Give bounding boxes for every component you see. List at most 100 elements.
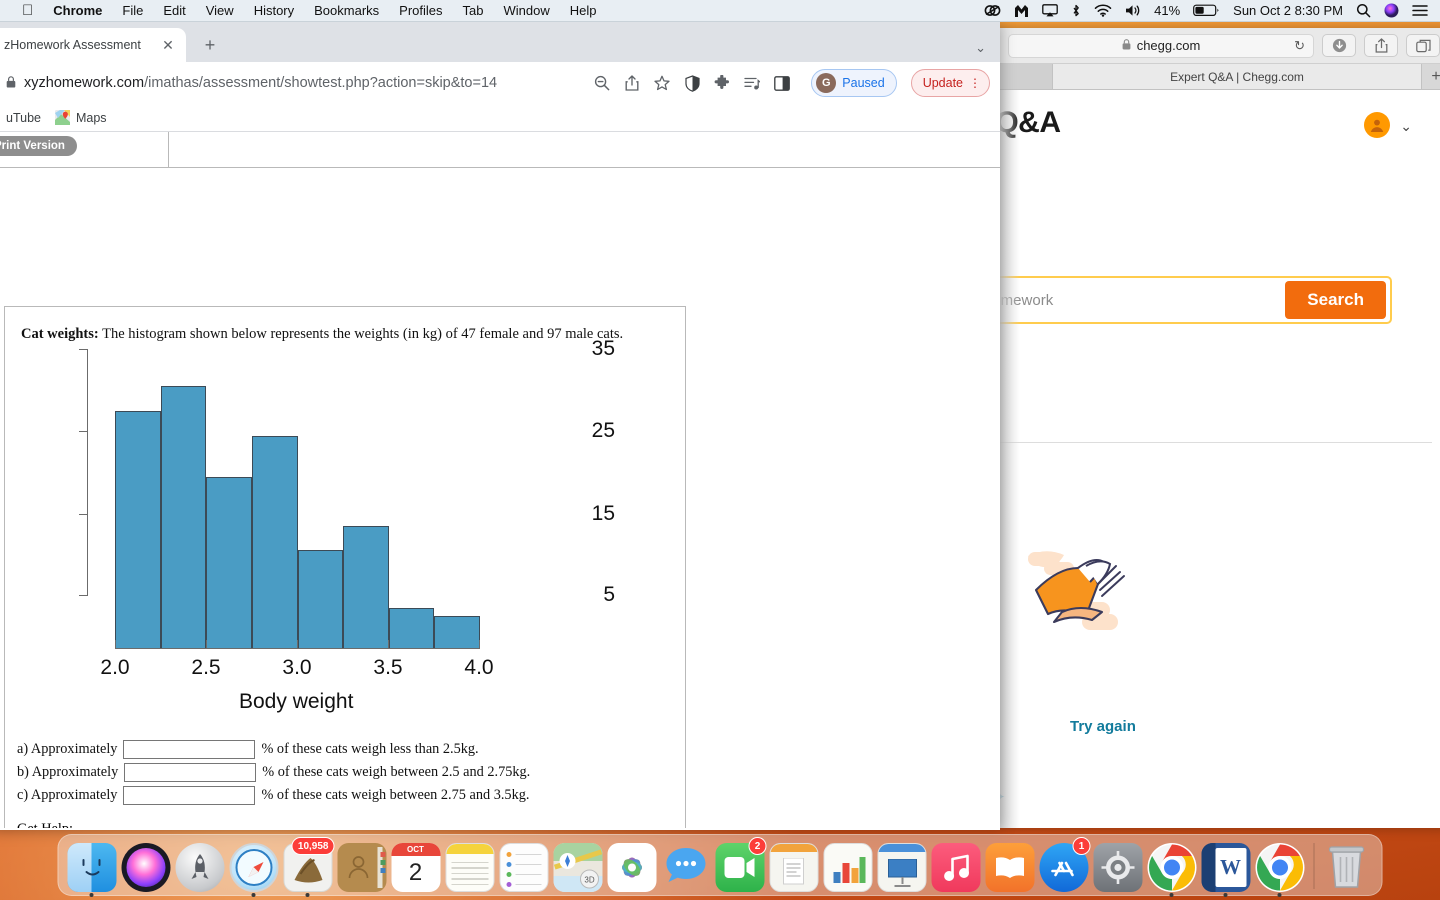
wifi-icon[interactable] — [1094, 4, 1112, 17]
search-button[interactable]: Search — [1285, 281, 1386, 319]
menu-item-file[interactable]: File — [112, 0, 153, 22]
bookmark-star-icon[interactable] — [647, 68, 677, 98]
menu-clock[interactable]: Sun Oct 2 8:30 PM — [1233, 3, 1343, 18]
menu-item-history[interactable]: History — [244, 0, 304, 22]
malwarebytes-icon[interactable] — [1014, 4, 1029, 18]
print-version-button[interactable]: Print Version — [0, 136, 77, 156]
notification-badge: 1 — [1072, 837, 1091, 855]
dock-item-launchpad[interactable] — [175, 840, 225, 892]
menu-item-profiles[interactable]: Profiles — [389, 0, 452, 22]
answer-input-c[interactable] — [123, 785, 256, 805]
dock-item-trash[interactable] — [1324, 840, 1374, 892]
try-again-link[interactable]: Try again — [1070, 718, 1136, 735]
dock-item-siri[interactable] — [121, 840, 171, 892]
dock-item-books[interactable] — [985, 840, 1035, 892]
open-book-icon — [1020, 534, 1200, 654]
menu-item-bookmarks[interactable]: Bookmarks — [304, 0, 389, 22]
creative-cloud-icon[interactable] — [984, 4, 1001, 17]
bookmark-maps[interactable]: Maps — [54, 110, 107, 125]
trash-icon — [1324, 843, 1373, 892]
dock-item-keynote[interactable] — [877, 840, 927, 892]
answer-input-a[interactable] — [123, 739, 256, 759]
airplay-icon[interactable] — [1042, 4, 1058, 17]
chegg-header: t Q&A ⌄ — [998, 90, 1440, 166]
chevron-down-icon[interactable]: ⌄ — [975, 40, 986, 56]
chrome-window[interactable]: zHomework Assessment ✕ + ⌄ xyzhomework.c… — [0, 22, 1000, 830]
menu-item-window[interactable]: Window — [494, 0, 560, 22]
share-icon[interactable] — [617, 68, 647, 98]
y-tick-label: 35 — [591, 336, 615, 360]
chrome-icon — [1147, 843, 1196, 892]
volume-icon[interactable] — [1125, 4, 1141, 17]
dock-item-calendar[interactable]: OCT 2 — [391, 840, 441, 892]
search-input[interactable] — [998, 278, 1282, 322]
safari-new-tab-button[interactable]: + — [1422, 64, 1440, 89]
dock-item-word[interactable]: W — [1201, 840, 1251, 897]
chegg-search-box[interactable]: Search — [998, 276, 1392, 324]
bookmark-youtube[interactable]: uTube — [0, 111, 41, 125]
new-tab-button[interactable]: + — [196, 31, 224, 59]
dock-item-facetime[interactable]: 2 — [715, 837, 767, 892]
tabstrip-right-group: ⌄ — [975, 40, 1000, 62]
dock-item-system-preferences[interactable] — [1093, 840, 1143, 892]
dock-item-contacts[interactable] — [337, 840, 387, 892]
apple-menu-icon[interactable]:  — [12, 0, 43, 22]
histogram-bar — [343, 525, 389, 649]
user-avatar-icon[interactable] — [1364, 112, 1390, 138]
profile-chip[interactable]: G Paused — [811, 69, 897, 97]
menu-item-tab[interactable]: Tab — [453, 0, 494, 22]
safari-tab-chegg[interactable]: Expert Q&A | Chegg.com — [1052, 64, 1422, 89]
menu-item-chrome[interactable]: Chrome — [43, 0, 112, 22]
dock-item-mail[interactable]: 10,958 — [283, 837, 335, 897]
three-dot-menu-icon[interactable]: ⋮ — [969, 77, 981, 89]
control-center-icon[interactable] — [1412, 4, 1428, 17]
dock-item-chrome[interactable] — [1147, 840, 1197, 897]
url-domain: xyzhomework.com — [24, 75, 145, 91]
battery-icon[interactable] — [1193, 4, 1220, 17]
dock-item-chrome-2[interactable] — [1255, 840, 1305, 897]
menu-item-edit[interactable]: Edit — [153, 0, 195, 22]
close-icon[interactable]: ✕ — [160, 37, 176, 54]
dock-item-maps[interactable]: 3D — [553, 840, 603, 892]
media-playlist-icon[interactable] — [737, 68, 767, 98]
spotlight-icon[interactable] — [1356, 3, 1371, 18]
word-icon: W — [1201, 843, 1250, 892]
dock-item-music[interactable] — [931, 840, 981, 892]
siri-icon[interactable] — [1384, 3, 1399, 18]
safari-address-bar[interactable]: chegg.com ↻ — [1008, 33, 1314, 58]
zoom-out-icon[interactable] — [587, 68, 617, 98]
shield-icon[interactable] — [677, 68, 707, 98]
menu-item-view[interactable]: View — [196, 0, 244, 22]
dock-item-pages[interactable] — [769, 840, 819, 892]
share-icon[interactable] — [1364, 34, 1398, 57]
menu-item-help[interactable]: Help — [560, 0, 607, 22]
answer-input-b[interactable] — [124, 762, 257, 782]
safari-toolbar: chegg.com ↻ — [998, 28, 1440, 64]
histogram-bar — [160, 386, 207, 649]
dock-item-numbers[interactable] — [823, 840, 873, 892]
macos-menu-bar:  Chrome File Edit View History Bookmark… — [0, 0, 1440, 22]
side-panel-icon[interactable] — [767, 68, 797, 98]
dock-item-app-store[interactable]: 1 — [1039, 837, 1091, 892]
safari-window[interactable]: chegg.com ↻ Expert Q&A | Chegg.com + t Q… — [998, 28, 1440, 828]
chevron-down-icon[interactable]: ⌄ — [1400, 118, 1412, 135]
chrome-tab-xyzhomework[interactable]: zHomework Assessment ✕ — [0, 28, 186, 62]
safari-icon — [229, 843, 278, 892]
answer-suffix: % of these cats weigh between 2.75 and 3… — [261, 786, 530, 803]
show-tabs-icon[interactable] — [1406, 34, 1440, 57]
reload-icon[interactable]: ↻ — [1294, 38, 1305, 54]
downloads-icon[interactable] — [1322, 34, 1356, 57]
dock-item-finder[interactable] — [67, 840, 117, 897]
update-button[interactable]: Update ⋮ — [910, 69, 990, 97]
bluetooth-icon[interactable] — [1071, 4, 1081, 18]
dock-item-messages[interactable] — [661, 840, 711, 892]
puzzle-extension-icon[interactable] — [707, 68, 737, 98]
dock-item-safari[interactable] — [229, 840, 279, 897]
y-axis-tick — [79, 513, 88, 516]
running-indicator — [1223, 893, 1228, 897]
histogram-bar — [251, 435, 298, 649]
address-bar[interactable]: xyzhomework.com/imathas/assessment/showt… — [0, 68, 579, 98]
dock-item-photos[interactable] — [607, 840, 657, 892]
dock-item-reminders[interactable] — [499, 840, 549, 892]
dock-item-notes[interactable] — [445, 840, 495, 892]
